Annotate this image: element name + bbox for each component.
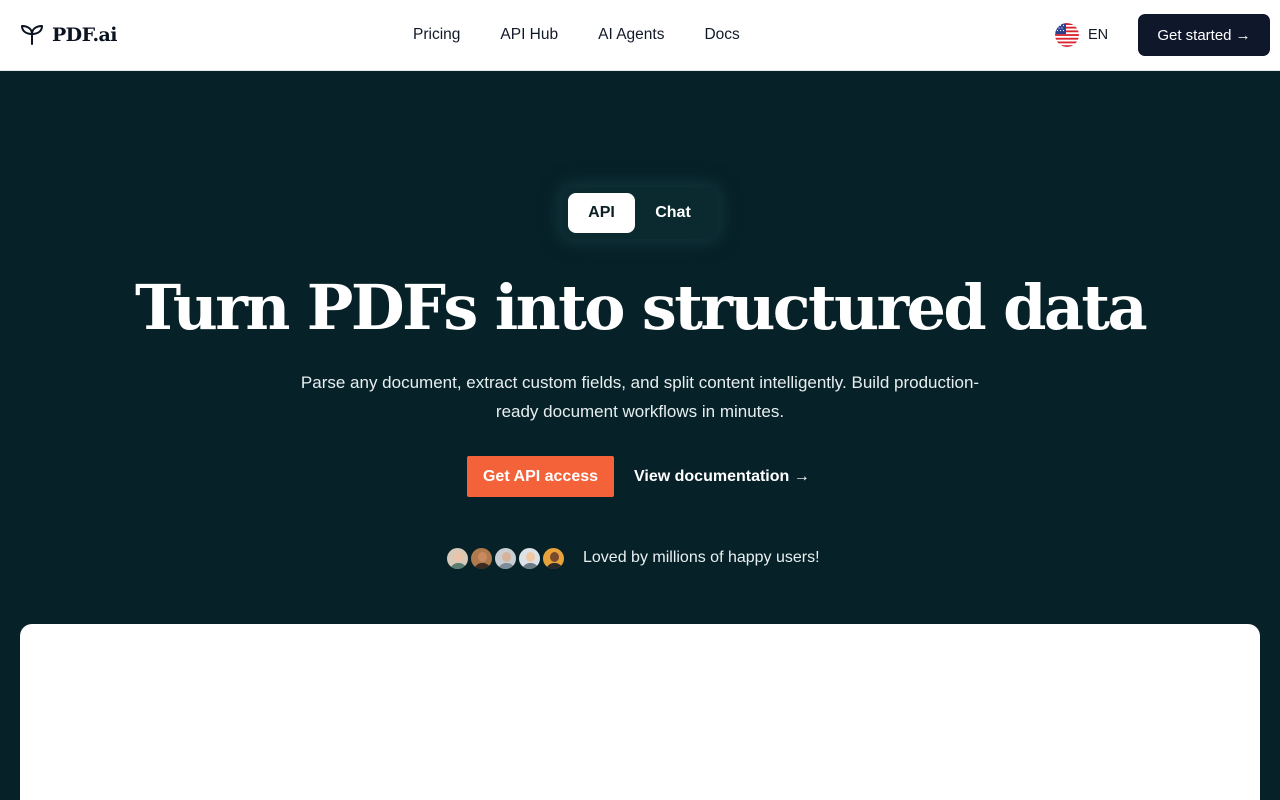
- logo-wordmark: PDF.ai: [52, 24, 117, 46]
- avatar: [445, 546, 470, 571]
- nav-link-ai-agents[interactable]: AI Agents: [598, 24, 664, 46]
- hero-subheadline: Parse any document, extract custom field…: [300, 373, 980, 421]
- toggle-chat-tab[interactable]: Chat: [640, 193, 706, 233]
- avatar: [493, 546, 518, 571]
- language-label: EN: [1088, 27, 1109, 43]
- product-toggle: API Chat: [562, 187, 718, 239]
- view-documentation-link[interactable]: View documentation →: [634, 456, 810, 497]
- toggle-api-tab[interactable]: API: [568, 193, 635, 233]
- avatar: [469, 546, 494, 571]
- avatar: [541, 546, 566, 571]
- nav-link-api-hub[interactable]: API Hub: [500, 24, 558, 46]
- nav-link-docs[interactable]: Docs: [704, 24, 739, 46]
- us-flag-icon: [1055, 23, 1079, 47]
- product-preview-panel: [20, 624, 1260, 800]
- main-nav: Pricing API Hub AI Agents Docs: [413, 24, 780, 46]
- get-api-access-button[interactable]: Get API access: [467, 456, 614, 497]
- sprout-logo-icon: [21, 25, 43, 45]
- hero-headline: Turn PDFs into structured data: [134, 271, 1148, 344]
- avatar: [517, 546, 542, 571]
- user-avatars-group: [445, 546, 570, 571]
- nav-link-pricing[interactable]: Pricing: [413, 24, 460, 46]
- pdfai-logo[interactable]: PDF.ai: [20, 22, 117, 48]
- social-proof-text: Loved by millions of happy users!: [583, 549, 820, 566]
- top-navigation-bar: PDF.ai Pricing API Hub AI Agents Docs EN…: [0, 0, 1280, 71]
- get-started-button[interactable]: Get started →: [1138, 14, 1270, 56]
- language-selector[interactable]: EN: [1055, 22, 1108, 48]
